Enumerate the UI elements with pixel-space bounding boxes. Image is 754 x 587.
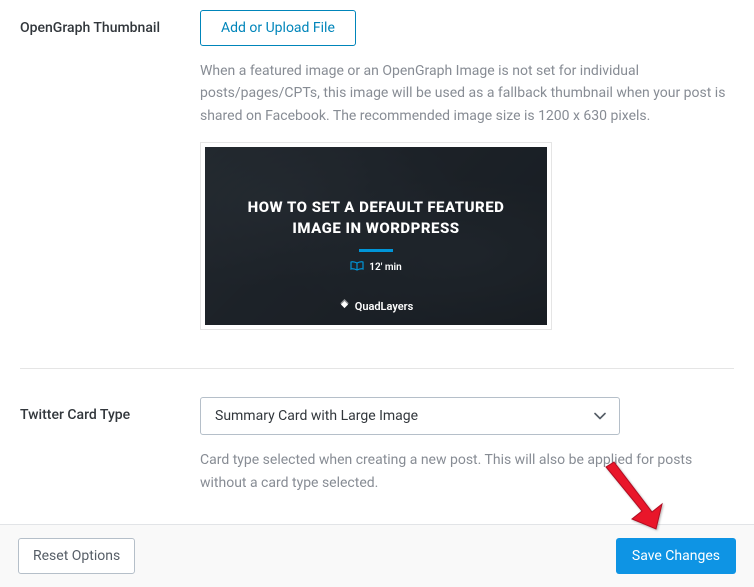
opengraph-description: When a featured image or an OpenGraph Im…: [200, 60, 734, 127]
twitter-card-select[interactable]: [200, 397, 620, 435]
thumbnail-title: HOW TO SET A DEFAULT FEATURED IMAGE IN W…: [218, 197, 535, 239]
thumbnail-divider: [359, 249, 393, 252]
section-divider: [20, 368, 734, 369]
opengraph-section: OpenGraph Thumbnail Add or Upload File W…: [0, 0, 754, 350]
thumbnail-brand: QuadLayers: [205, 299, 547, 313]
twitter-select-wrapper: [200, 397, 620, 435]
thumbnail-readtime: 12' min: [350, 260, 401, 275]
arrow-annotation: [604, 457, 674, 537]
thumbnail-preview[interactable]: HOW TO SET A DEFAULT FEATURED IMAGE IN W…: [200, 142, 552, 330]
opengraph-content: Add or Upload File When a featured image…: [200, 10, 734, 330]
book-icon: [350, 260, 364, 275]
twitter-label: Twitter Card Type: [20, 397, 200, 494]
reset-options-button[interactable]: Reset Options: [18, 538, 135, 574]
opengraph-label: OpenGraph Thumbnail: [20, 10, 200, 330]
upload-file-button[interactable]: Add or Upload File: [200, 10, 356, 46]
save-changes-button[interactable]: Save Changes: [616, 538, 736, 574]
thumbnail-image: HOW TO SET A DEFAULT FEATURED IMAGE IN W…: [205, 147, 547, 325]
brand-icon: [339, 299, 350, 313]
